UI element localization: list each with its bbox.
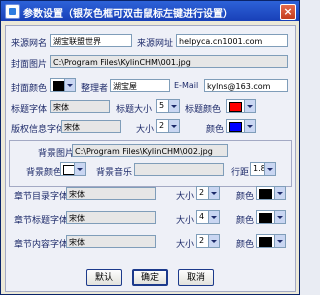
chapter-title-color-picker[interactable] bbox=[256, 210, 286, 224]
chevron-down-icon bbox=[274, 187, 285, 199]
chevron-down-icon bbox=[64, 79, 75, 91]
settings-panel: 来源网名 湖宝联盟世界 来源网址 helpyca.cn1001.com 封面图片… bbox=[5, 25, 296, 292]
organizer-label: 整理者 bbox=[81, 84, 109, 94]
chevron-down-icon bbox=[208, 187, 219, 199]
copyright-color-picker[interactable] bbox=[226, 119, 256, 133]
copyright-size-select[interactable]: 2 bbox=[156, 119, 180, 133]
source-name-field[interactable]: 湖宝联盟世界 bbox=[50, 34, 132, 47]
chapter-content-font-label: 章节内容字体 bbox=[14, 240, 69, 250]
chapter-title-font-label: 章节标题字体 bbox=[14, 216, 69, 226]
line-spacing-select[interactable]: 1.8 bbox=[250, 162, 276, 176]
cover-image-field[interactable]: C:\Program Files\KylinCHM\001.jpg bbox=[50, 55, 288, 68]
chapter-content-color-label: 颜色 bbox=[236, 240, 255, 250]
copyright-color-swatch bbox=[229, 122, 242, 132]
chevron-down-icon bbox=[74, 163, 85, 175]
title-color-label: 标题颜色 bbox=[185, 105, 222, 115]
chapter-dir-font-field[interactable]: 宋体 bbox=[66, 187, 156, 200]
background-color-label: 背景颜色 bbox=[26, 168, 63, 178]
chapter-content-font-field[interactable]: 宋体 bbox=[66, 235, 156, 248]
cancel-button[interactable]: 取消 bbox=[178, 269, 214, 286]
chapter-title-color-swatch bbox=[259, 213, 272, 223]
cover-color-label: 封面颜色 bbox=[11, 84, 48, 94]
chapter-content-size-label: 大小 bbox=[176, 240, 195, 250]
chapter-dir-color-swatch bbox=[259, 189, 272, 199]
title-size-value: 5 bbox=[159, 101, 165, 110]
chevron-down-icon bbox=[274, 235, 285, 247]
background-music-label: 背景音乐 bbox=[96, 168, 133, 178]
title-font-field[interactable]: 宋体 bbox=[50, 100, 110, 113]
chapter-dir-font-label: 章节目录字体 bbox=[14, 192, 69, 202]
copyright-size-label: 大小 bbox=[136, 125, 155, 135]
chapter-title-font-field[interactable]: 宋体 bbox=[66, 211, 156, 224]
background-image-field[interactable]: C:\Program Files\KylinCHM\002.jpg bbox=[72, 144, 228, 157]
chapter-title-size-value: 4 bbox=[199, 212, 205, 221]
title-bar[interactable]: 参数设置（银灰色框可双击鼠标左键进行设置） × bbox=[1, 1, 299, 21]
title-color-swatch bbox=[229, 102, 242, 112]
chevron-down-icon bbox=[274, 211, 285, 223]
chapter-dir-size-label: 大小 bbox=[176, 192, 195, 202]
organizer-field[interactable]: 湖宝屋 bbox=[110, 79, 170, 92]
title-font-label: 标题字体 bbox=[11, 105, 48, 115]
chevron-down-icon bbox=[208, 211, 219, 223]
title-size-label: 标题大小 bbox=[116, 105, 153, 115]
close-button[interactable]: × bbox=[280, 4, 296, 20]
source-url-field[interactable]: helpyca.cn1001.com bbox=[176, 34, 288, 47]
ok-button[interactable]: 确定 bbox=[132, 269, 168, 286]
copyright-font-label: 版权信息字体 bbox=[11, 125, 66, 135]
chapter-content-size-value: 2 bbox=[199, 236, 205, 245]
background-music-field[interactable] bbox=[134, 163, 224, 176]
email-field[interactable]: kylns@163.com bbox=[204, 79, 288, 92]
chapter-dir-size-select[interactable]: 2 bbox=[196, 186, 220, 200]
line-spacing-label: 行距 bbox=[231, 168, 250, 178]
settings-window: 参数设置（银灰色框可双击鼠标左键进行设置） × 来源网名 湖宝联盟世界 来源网址… bbox=[0, 0, 300, 295]
app-icon bbox=[5, 4, 20, 19]
chapter-dir-color-label: 颜色 bbox=[236, 192, 255, 202]
chapter-title-size-label: 大小 bbox=[176, 216, 195, 226]
email-label: E-Mail bbox=[174, 81, 199, 90]
chevron-down-icon bbox=[208, 235, 219, 247]
window-title: 参数设置（银灰色框可双击鼠标左键进行设置） bbox=[23, 9, 233, 20]
chevron-down-icon bbox=[244, 100, 255, 112]
chapter-dir-color-picker[interactable] bbox=[256, 186, 286, 200]
default-button[interactable]: 默认 bbox=[86, 269, 122, 286]
chapter-title-size-select[interactable]: 4 bbox=[196, 210, 220, 224]
background-color-picker[interactable] bbox=[60, 162, 86, 176]
chapter-content-color-picker[interactable] bbox=[256, 234, 286, 248]
chapter-title-color-label: 颜色 bbox=[236, 216, 255, 226]
cover-color-picker[interactable] bbox=[50, 78, 76, 92]
chapter-content-color-swatch bbox=[259, 237, 272, 247]
chevron-down-icon bbox=[244, 120, 255, 132]
chapter-dir-size-value: 2 bbox=[199, 188, 205, 197]
copyright-size-value: 2 bbox=[159, 121, 165, 130]
cover-image-label: 封面图片 bbox=[11, 60, 48, 70]
chevron-down-icon bbox=[168, 100, 179, 112]
copyright-font-field[interactable]: 宋体 bbox=[61, 120, 121, 133]
chevron-down-icon bbox=[264, 163, 275, 175]
chevron-down-icon bbox=[168, 120, 179, 132]
title-size-select[interactable]: 5 bbox=[156, 99, 180, 113]
background-image-label: 背景图片 bbox=[38, 149, 75, 159]
title-color-picker[interactable] bbox=[226, 99, 256, 113]
chapter-content-size-select[interactable]: 2 bbox=[196, 234, 220, 248]
copyright-color-label: 颜色 bbox=[206, 125, 225, 135]
source-name-label: 来源网名 bbox=[11, 39, 48, 49]
source-url-label: 来源网址 bbox=[137, 39, 174, 49]
